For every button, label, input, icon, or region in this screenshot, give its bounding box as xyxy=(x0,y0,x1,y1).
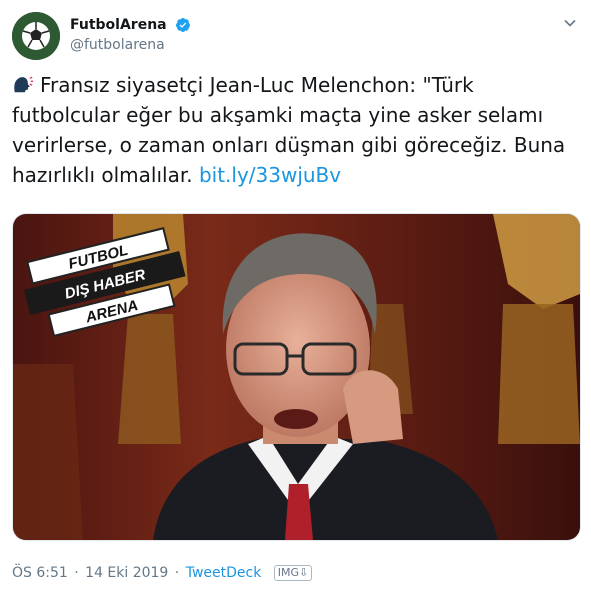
tweet-time[interactable]: ÖS 6:51 xyxy=(12,565,68,581)
img-label: IMG xyxy=(277,566,300,579)
tweet-image[interactable]: FUTBOL DIŞ HABER ARENA xyxy=(12,213,581,541)
soccer-ball-icon xyxy=(12,12,60,60)
speaking-head-icon xyxy=(14,76,34,93)
meta-separator: · xyxy=(74,565,79,581)
handle[interactable]: @futbolarena xyxy=(70,37,191,53)
meta-separator-2: · xyxy=(174,565,180,581)
tweet-date[interactable]: 14 Eki 2019 xyxy=(85,565,168,581)
tweet-source-link[interactable]: TweetDeck xyxy=(186,565,262,581)
user-block[interactable]: FutbolArena @futbolarena xyxy=(70,14,191,53)
tweet-link[interactable]: bit.ly/33wjuBv xyxy=(199,163,341,187)
tweet-text: Fransız siyasetçi Jean-Luc Melenchon: "T… xyxy=(12,70,572,190)
verified-badge-icon xyxy=(175,17,190,32)
tweet-meta: ÖS 6:51 · 14 Eki 2019 · TweetDeck IMG⇩ xyxy=(12,565,313,581)
chevron-down-icon[interactable] xyxy=(563,16,577,30)
avatar[interactable] xyxy=(12,12,60,60)
img-download-icon[interactable]: IMG⇩ xyxy=(273,565,313,581)
display-name[interactable]: FutbolArena xyxy=(70,17,167,33)
